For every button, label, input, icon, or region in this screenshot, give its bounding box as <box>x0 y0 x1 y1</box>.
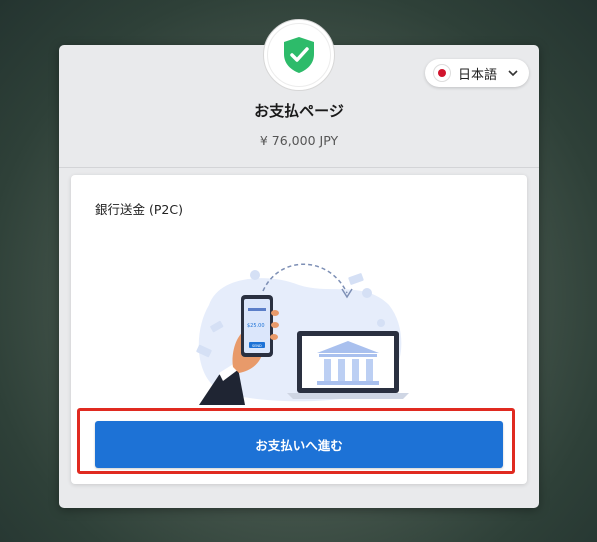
chevron-down-icon <box>508 69 518 76</box>
language-selector[interactable]: 日本語 <box>425 59 529 87</box>
payment-method-panel: 銀行送金 (P2C) $25.00 SEND お支払いへ進む <box>71 175 527 484</box>
payment-method-label: 銀行送金 (P2C) <box>95 202 183 217</box>
proceed-to-payment-button[interactable]: お支払いへ進む <box>95 421 503 468</box>
payment-amount: ¥ 76,000 JPY <box>259 133 339 148</box>
phone-amount-text: $25.00 <box>247 323 265 329</box>
japan-flag-icon <box>433 64 451 82</box>
shield-badge <box>263 19 335 91</box>
header-divider <box>59 167 539 168</box>
phone-send-label: SEND <box>252 344 262 348</box>
shield-check-icon <box>284 37 314 73</box>
bank-transfer-illustration: $25.00 SEND <box>196 263 409 405</box>
page-title: お支払ページ <box>254 102 344 120</box>
payment-card: 日本語 お支払ページ ¥ 76,000 JPY 銀行送金 (P2C) $25.0… <box>59 19 539 508</box>
language-label: 日本語 <box>458 67 498 83</box>
